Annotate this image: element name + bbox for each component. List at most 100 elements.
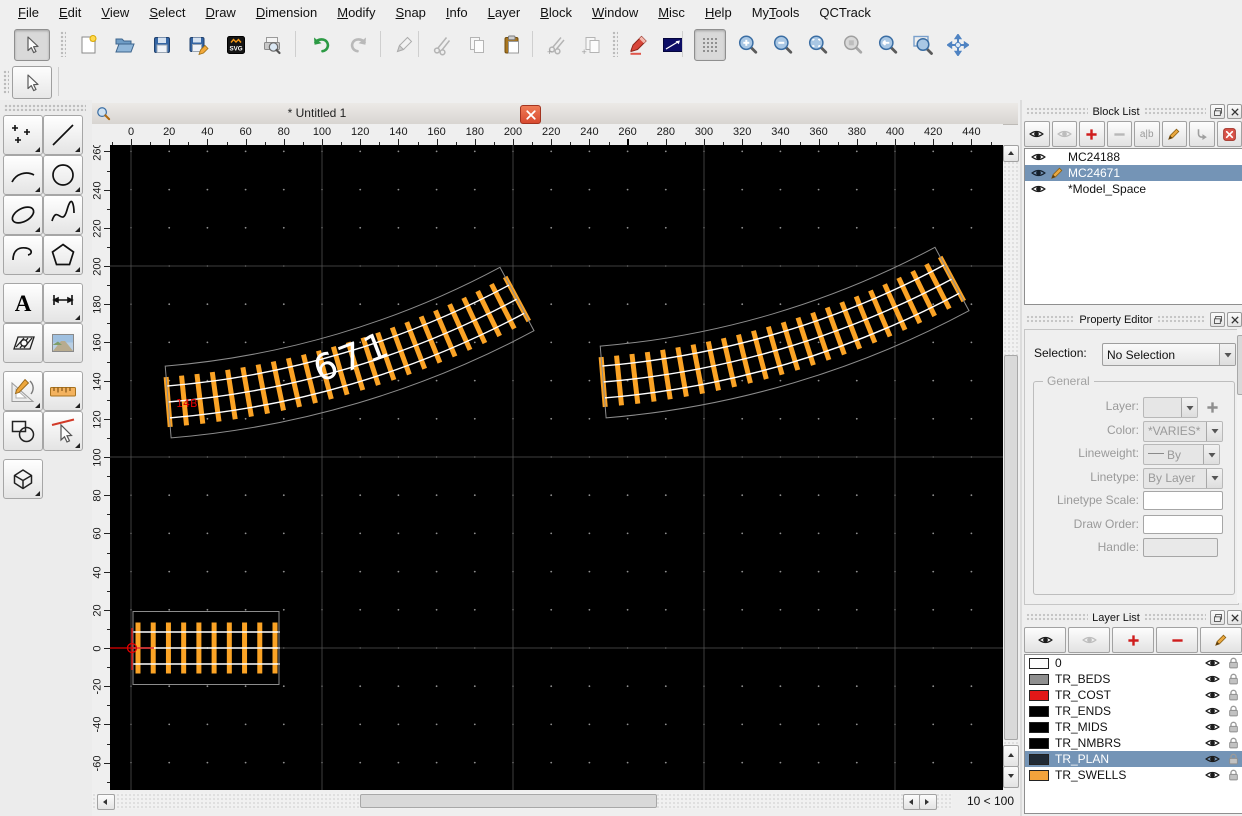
arc-tool-button[interactable] <box>3 155 43 195</box>
vertical-scrollbar[interactable] <box>1003 145 1018 790</box>
eye-icon[interactable] <box>1201 738 1223 748</box>
scroll-left-button[interactable] <box>97 794 115 810</box>
cut-button[interactable] <box>426 29 458 61</box>
text-tool-button[interactable]: A <box>3 283 43 323</box>
eye-icon[interactable] <box>1030 152 1046 162</box>
scroll-up-button[interactable] <box>1003 745 1019 767</box>
image-tool-button[interactable] <box>43 323 83 363</box>
menu-mytools[interactable]: MyTools <box>742 0 810 25</box>
block-row[interactable]: MC24188 <box>1025 149 1242 165</box>
eye-icon[interactable] <box>1201 690 1223 700</box>
layer-color-swatch[interactable] <box>1029 690 1049 701</box>
edit-block-button[interactable] <box>1162 121 1188 147</box>
lock-icon[interactable] <box>1223 737 1242 749</box>
zoom-auto-button[interactable] <box>802 29 834 61</box>
polygon-tool-button[interactable] <box>43 235 83 275</box>
remove-layer-button[interactable] <box>1156 627 1198 653</box>
layer-row[interactable]: TR_NMBRS <box>1025 735 1242 751</box>
toolbar-drag-handle[interactable] <box>3 70 9 94</box>
menu-qctrack[interactable]: QCTrack <box>809 0 881 25</box>
layer-color-swatch[interactable] <box>1029 754 1049 765</box>
eye-icon[interactable] <box>1201 706 1223 716</box>
zoom-redraw-button[interactable] <box>872 29 904 61</box>
eye-icon[interactable] <box>1030 168 1046 178</box>
spline-tool-button[interactable] <box>43 195 83 235</box>
scrollbar-thumb[interactable] <box>1237 335 1242 395</box>
remove-block-button[interactable] <box>1107 121 1133 147</box>
rename-block-button[interactable]: a|b <box>1134 121 1160 147</box>
menu-edit[interactable]: Edit <box>49 0 91 25</box>
float-panel-button[interactable] <box>1210 610 1225 625</box>
open-document-button[interactable] <box>108 29 140 61</box>
draw-pen-button[interactable] <box>622 29 654 61</box>
block-row[interactable]: MC24671 <box>1025 165 1242 181</box>
lock-icon[interactable] <box>1223 721 1242 733</box>
eye-icon[interactable] <box>1201 658 1223 668</box>
layer-color-swatch[interactable] <box>1029 658 1049 669</box>
polyline-tool-button[interactable] <box>3 235 43 275</box>
menu-snap[interactable]: Snap <box>386 0 436 25</box>
print-preview-button[interactable] <box>256 29 288 61</box>
draworder-input[interactable] <box>1143 515 1223 534</box>
eye-icon[interactable] <box>1201 722 1223 732</box>
float-panel-button[interactable] <box>1210 104 1225 119</box>
show-block-button[interactable] <box>1024 121 1050 147</box>
lock-icon[interactable] <box>1223 673 1242 685</box>
export-svg-button[interactable]: SVG <box>220 29 252 61</box>
modify-layer-button[interactable] <box>1200 627 1242 653</box>
menu-select[interactable]: Select <box>139 0 195 25</box>
ellipse-tool-button[interactable] <box>3 195 43 235</box>
layer-color-swatch[interactable] <box>1029 674 1049 685</box>
delete-block-button[interactable] <box>1217 121 1242 147</box>
cut-reference-button[interactable]: + <box>540 29 572 61</box>
save-button[interactable] <box>146 29 178 61</box>
hide-block-button[interactable] <box>1052 121 1078 147</box>
layer-row[interactable]: TR_SWELLS <box>1025 767 1242 783</box>
selection-combo[interactable]: No Selection <box>1102 343 1236 366</box>
palette-drag-handle[interactable] <box>4 104 86 111</box>
zoom-out-button[interactable] <box>767 29 799 61</box>
zoom-in-button[interactable] <box>732 29 764 61</box>
add-layer-attribute-button[interactable] <box>1204 399 1220 415</box>
scroll-down-button[interactable] <box>1003 766 1019 788</box>
menu-modify[interactable]: Modify <box>327 0 385 25</box>
menu-file[interactable]: File <box>8 0 49 25</box>
menu-layer[interactable]: Layer <box>478 0 531 25</box>
block-row[interactable]: *Model_Space <box>1025 181 1242 197</box>
horizontal-scrollbar[interactable] <box>92 793 952 809</box>
menu-draw[interactable]: Draw <box>195 0 245 25</box>
scrollbar-thumb[interactable] <box>1004 355 1018 740</box>
zoom-previous-button[interactable] <box>837 29 869 61</box>
redo-button[interactable] <box>343 29 375 61</box>
close-panel-button[interactable] <box>1227 610 1242 625</box>
menu-view[interactable]: View <box>91 0 139 25</box>
menu-info[interactable]: Info <box>436 0 478 25</box>
modify-tool-button[interactable] <box>3 411 43 451</box>
layer-row[interactable]: TR_PLAN <box>1025 751 1242 767</box>
menu-dimension[interactable]: Dimension <box>246 0 327 25</box>
lock-icon[interactable] <box>1223 689 1242 701</box>
new-document-button[interactable] <box>72 29 104 61</box>
select-button[interactable] <box>14 29 50 61</box>
erase-button[interactable] <box>388 29 420 61</box>
layer-row[interactable]: 0 <box>1025 655 1242 671</box>
float-panel-button[interactable] <box>1210 312 1225 327</box>
layer-row[interactable]: TR_BEDS <box>1025 671 1242 687</box>
property-editor-scrollbar[interactable] <box>1237 329 1242 603</box>
copy-reference-button[interactable]: + <box>575 29 607 61</box>
lock-icon[interactable] <box>1223 769 1242 781</box>
menu-block[interactable]: Block <box>530 0 582 25</box>
menu-window[interactable]: Window <box>582 0 648 25</box>
close-panel-button[interactable] <box>1227 104 1242 119</box>
add-block-button[interactable] <box>1079 121 1105 147</box>
add-layer-button[interactable] <box>1112 627 1154 653</box>
dimension-tool-button[interactable] <box>43 283 83 323</box>
linetypescale-input[interactable] <box>1143 491 1223 510</box>
layer-row[interactable]: TR_MIDS <box>1025 719 1242 735</box>
close-panel-button[interactable] <box>1227 312 1242 327</box>
line-tool-button[interactable] <box>43 115 83 155</box>
scrollbar-thumb[interactable] <box>360 794 657 808</box>
points-tool-button[interactable] <box>3 115 43 155</box>
lock-icon[interactable] <box>1223 657 1242 669</box>
layer-row[interactable]: TR_ENDS <box>1025 703 1242 719</box>
